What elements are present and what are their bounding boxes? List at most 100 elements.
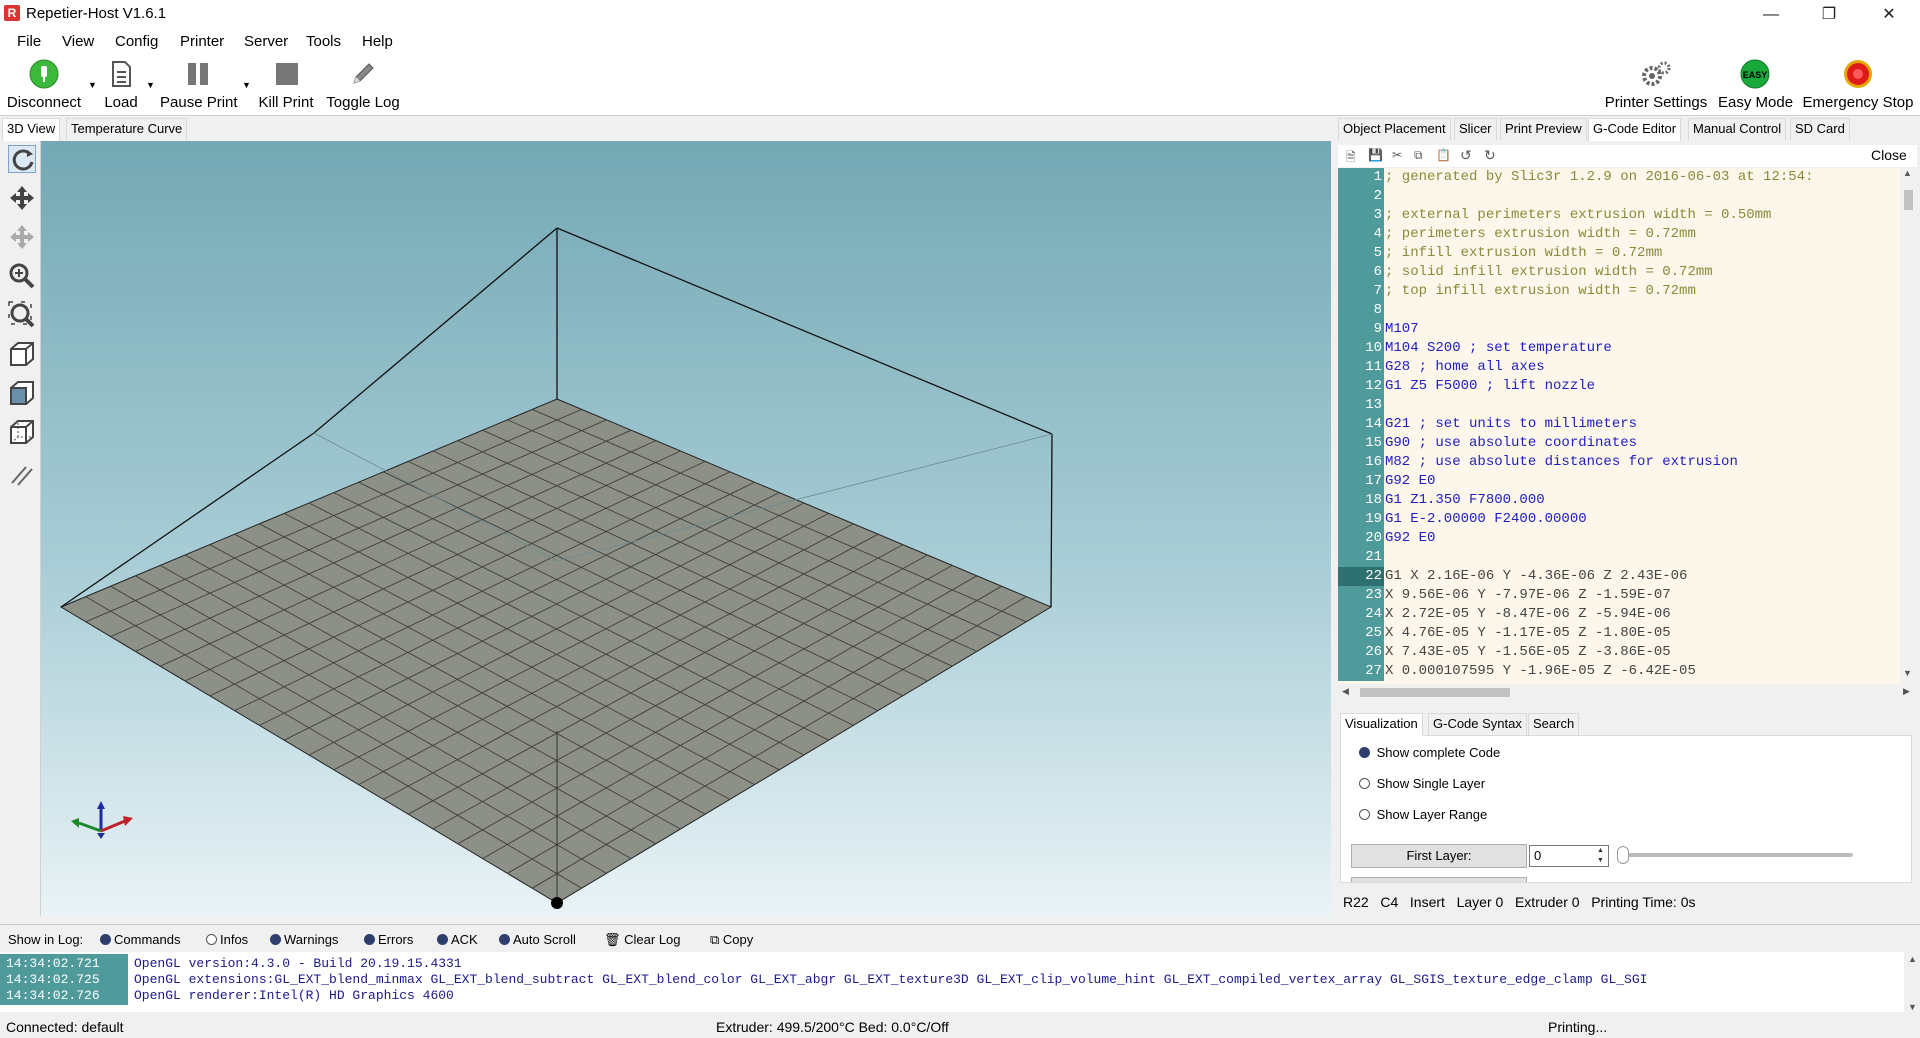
first-layer-stepper[interactable]: ▲ ▼	[1597, 846, 1608, 866]
new-file-icon[interactable]: 🗎	[1346, 148, 1356, 169]
gcode-line[interactable]: 13	[1338, 396, 1898, 415]
tab-object-placement[interactable]: Object Placement	[1338, 118, 1451, 140]
gcode-line[interactable]: 6; solid infill extrusion width = 0.72mm	[1338, 263, 1898, 282]
gcode-line[interactable]: 10 M104 S200 ; set temperature	[1338, 339, 1898, 358]
log-filter-warnings[interactable]: Warnings	[270, 932, 338, 947]
fit-view-icon[interactable]	[8, 301, 36, 329]
gcode-editor[interactable]: 1; generated by Slic3r 1.2.9 on 2016-06-…	[1338, 168, 1917, 684]
radio-show-layer-range[interactable]: Show Layer Range	[1359, 807, 1487, 822]
gcode-line[interactable]: 2	[1338, 187, 1898, 206]
scroll-left-icon[interactable]: ◀	[1342, 686, 1349, 697]
scroll-down-icon[interactable]: ▼	[1903, 668, 1912, 678]
disconnect-button[interactable]: Disconnect	[4, 53, 84, 116]
scroll-right-icon[interactable]: ▶	[1903, 686, 1910, 697]
restore-button[interactable]: ❐	[1806, 0, 1852, 29]
load-button[interactable]: Load	[100, 53, 142, 116]
menu-config[interactable]: Config	[115, 33, 158, 50]
gcode-line[interactable]: 7; top infill extrusion width = 0.72mm	[1338, 282, 1898, 301]
gcode-line[interactable]: 19 G1 E-2.00000 F2400.00000	[1338, 510, 1898, 529]
tab-sd-card[interactable]: SD Card	[1790, 118, 1850, 140]
gcode-line[interactable]: 17 G92 E0	[1338, 472, 1898, 491]
editor-vertical-scrollbar[interactable]: ▲ ▼	[1900, 168, 1917, 684]
gcode-line[interactable]: 26 X 7.43E-05 Y -1.56E-05 Z -3.86E-05	[1338, 643, 1898, 662]
load-dropdown-icon[interactable]: ▼	[146, 80, 155, 90]
first-layer-slider-thumb[interactable]	[1617, 846, 1629, 864]
tab-temperature-curve[interactable]: Temperature Curve	[66, 118, 188, 140]
iso-view-icon[interactable]	[8, 340, 36, 368]
auto-scroll-toggle[interactable]: Auto Scroll	[499, 932, 576, 947]
gcode-line[interactable]: 21	[1338, 548, 1898, 567]
disconnect-dropdown-icon[interactable]: ▼	[88, 80, 97, 90]
tab-gcode-editor[interactable]: G-Code Editor	[1588, 118, 1682, 141]
gcode-line[interactable]: 22 G1 X 2.16E-06 Y -4.36E-06 Z 2.43E-06	[1338, 567, 1898, 586]
rotate-icon[interactable]	[8, 145, 36, 173]
tab-print-preview[interactable]: Print Preview	[1500, 118, 1587, 140]
tab-manual-control[interactable]: Manual Control	[1688, 118, 1787, 140]
front-view-icon[interactable]	[8, 379, 36, 407]
copy-log-button[interactable]: ⧉ Copy	[710, 932, 753, 948]
pause-print-button[interactable]: Pause Print	[160, 53, 238, 116]
radio-show-complete-code[interactable]: Show complete Code	[1359, 745, 1500, 760]
tab-visualization[interactable]: Visualization	[1340, 713, 1423, 736]
gcode-line[interactable]: 5; infill extrusion width = 0.72mm	[1338, 244, 1898, 263]
parallel-projection-icon[interactable]	[8, 461, 36, 489]
paste-icon[interactable]: 📋	[1436, 148, 1451, 162]
easy-mode-button[interactable]: EASY Easy Mode	[1718, 53, 1793, 116]
log-scrollbar[interactable]: ▲ ▼	[1904, 952, 1920, 1016]
log-filter-infos[interactable]: Infos	[206, 932, 248, 947]
gcode-line[interactable]: 24 X 2.72E-05 Y -8.47E-06 Z -5.94E-06	[1338, 605, 1898, 624]
pause-dropdown-icon[interactable]: ▼	[242, 80, 251, 90]
gcode-line[interactable]: 27 X 0.000107595 Y -1.96E-05 Z -6.42E-05	[1338, 662, 1898, 681]
tab-search[interactable]: Search	[1528, 713, 1580, 735]
log-filter-commands[interactable]: Commands	[100, 932, 180, 947]
log-filter-errors[interactable]: Errors	[364, 932, 413, 947]
cut-icon[interactable]: ✂	[1392, 148, 1402, 162]
gcode-line[interactable]: 4; perimeters extrusion width = 0.72mm	[1338, 225, 1898, 244]
move-object-icon[interactable]	[8, 223, 36, 251]
log-row[interactable]: 14:34:02.726 OpenGL renderer:Intel(R) HD …	[0, 986, 1904, 1005]
gcode-line[interactable]: 20 G92 E0	[1338, 529, 1898, 548]
gcode-line[interactable]: 14 G21 ; set units to millimeters	[1338, 415, 1898, 434]
menu-view[interactable]: View	[62, 33, 94, 50]
zoom-icon[interactable]	[8, 262, 36, 290]
menu-tools[interactable]: Tools	[306, 33, 341, 50]
gcode-line[interactable]: 9 M107	[1338, 320, 1898, 339]
editor-horizontal-scrollbar[interactable]: ◀ ▶	[1338, 684, 1917, 701]
gcode-line[interactable]: 12 G1 Z5 F5000 ; lift nozzle	[1338, 377, 1898, 396]
gcode-line[interactable]: 1; generated by Slic3r 1.2.9 on 2016-06-…	[1338, 168, 1898, 187]
toggle-log-button[interactable]: Toggle Log	[324, 53, 402, 116]
scroll-up-icon[interactable]: ▲	[1903, 168, 1912, 178]
copy-icon[interactable]: ⧉	[1414, 148, 1423, 163]
close-editor-button[interactable]: Close	[1871, 147, 1907, 163]
tab-3d-view[interactable]: 3D View	[2, 118, 61, 141]
undo-icon[interactable]: ↺	[1460, 147, 1472, 164]
gcode-line[interactable]: 8	[1338, 301, 1898, 320]
gcode-line[interactable]: 25 X 4.76E-05 Y -1.17E-05 Z -1.80E-05	[1338, 624, 1898, 643]
gcode-line[interactable]: 3; external perimeters extrusion width =…	[1338, 206, 1898, 225]
3d-viewport[interactable]	[41, 141, 1331, 916]
gcode-line[interactable]: 15 G90 ; use absolute coordinates	[1338, 434, 1898, 453]
printer-settings-button[interactable]: Printer Settings	[1604, 53, 1708, 116]
log-panel[interactable]: 14:34:02.721 OpenGL version:4.3.0 - Build…	[0, 952, 1904, 1012]
save-icon[interactable]: 💾	[1368, 148, 1383, 162]
kill-print-button[interactable]: Kill Print	[256, 53, 316, 116]
menu-file[interactable]: File	[17, 33, 41, 50]
menu-server[interactable]: Server	[244, 33, 288, 50]
emergency-stop-button[interactable]: Emergency Stop	[1802, 53, 1914, 116]
redo-icon[interactable]: ↻	[1484, 147, 1496, 164]
gcode-line[interactable]: 23 X 9.56E-06 Y -7.97E-06 Z -1.59E-07	[1338, 586, 1898, 605]
gcode-line[interactable]: 16 M82 ; use absolute distances for extru…	[1338, 453, 1898, 472]
menu-help[interactable]: Help	[362, 33, 393, 50]
tab-gcode-syntax[interactable]: G-Code Syntax	[1428, 713, 1527, 735]
gcode-line[interactable]: 11 G28 ; home all axes	[1338, 358, 1898, 377]
top-view-icon[interactable]	[8, 418, 36, 446]
radio-show-single-layer[interactable]: Show Single Layer	[1359, 776, 1485, 791]
close-window-button[interactable]: ✕	[1866, 0, 1912, 29]
menu-printer[interactable]: Printer	[180, 33, 224, 50]
clear-log-button[interactable]: 🗑 Clear Log	[604, 932, 681, 948]
tab-slicer[interactable]: Slicer	[1454, 118, 1497, 140]
log-filter-ack[interactable]: ACK	[437, 932, 478, 947]
first-layer-slider[interactable]	[1617, 853, 1853, 857]
gcode-line[interactable]: 18 G1 Z1.350 F7800.000	[1338, 491, 1898, 510]
minimize-button[interactable]: —	[1748, 0, 1794, 29]
